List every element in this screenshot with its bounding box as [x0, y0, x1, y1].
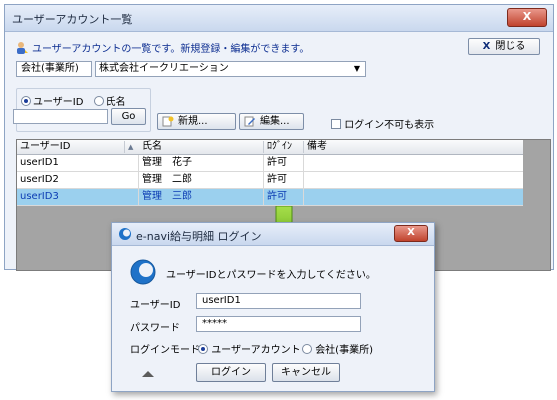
- cell-userid: userID2: [17, 172, 139, 188]
- cell-name: 管理 花子: [139, 155, 264, 171]
- edit-icon: [244, 116, 255, 127]
- chevron-down-icon: ▼: [353, 64, 360, 73]
- dialog-title: e-navi給与明細 ログイン: [136, 230, 262, 243]
- login-button[interactable]: ログイン: [196, 363, 266, 382]
- login-dialog: e-navi給与明細 ログイン X ユーザーIDとパスワードを入力してください。…: [111, 222, 435, 392]
- new-button[interactable]: 新規...: [157, 113, 236, 130]
- window-close-button[interactable]: X: [507, 8, 547, 27]
- new-button-label: 新規...: [178, 116, 208, 127]
- new-document-icon: [162, 116, 174, 127]
- password-label: パスワード: [130, 323, 180, 334]
- radio-name-label: 氏名: [105, 97, 126, 108]
- cell-userid: userID3: [17, 189, 139, 205]
- dialog-message: ユーザーIDとパスワードを入力してください。: [166, 270, 376, 281]
- radio-userid-label: ユーザーID: [33, 97, 84, 108]
- edit-button[interactable]: 編集...: [239, 113, 304, 130]
- search-input[interactable]: [13, 109, 108, 124]
- cell-login: 許可: [264, 155, 304, 171]
- info-message: ユーザーアカウントの一覧です。新規登録・編集ができます。: [15, 40, 309, 55]
- app-logo-icon: [130, 259, 156, 285]
- user-icon: [17, 42, 28, 54]
- search-mode-radios: ユーザーID 氏名: [21, 93, 133, 108]
- login-mode-label: ログインモード: [130, 345, 200, 356]
- mode-company-option[interactable]: 会社(事業所): [302, 341, 373, 356]
- cell-userid: userID1: [17, 155, 139, 171]
- company-select[interactable]: 株式会社イークリエーション ▼: [95, 61, 366, 77]
- show-disabled-label: ログイン不可も表示: [344, 120, 435, 131]
- table-row[interactable]: userID1 管理 花子 許可: [17, 155, 523, 172]
- grid-empty-area: [523, 140, 550, 270]
- table-row[interactable]: userID2 管理 二郎 許可: [17, 172, 523, 189]
- go-button[interactable]: Go: [111, 108, 146, 125]
- mode-user-option[interactable]: ユーザーアカウント: [198, 341, 301, 356]
- table-row-selected[interactable]: userID3 管理 三郎 許可: [17, 189, 523, 206]
- app-logo-icon: [119, 228, 131, 240]
- col-header-name[interactable]: 氏名: [139, 141, 264, 153]
- show-disabled-checkbox[interactable]: [331, 119, 341, 129]
- company-value: 株式会社イークリエーション: [99, 63, 229, 74]
- col-header-note[interactable]: 備考: [304, 141, 523, 153]
- info-text: ユーザーアカウントの一覧です。新規登録・編集ができます。: [32, 44, 310, 55]
- userid-label: ユーザーID: [130, 300, 181, 311]
- mode-user-label: ユーザーアカウント: [211, 345, 301, 356]
- close-button-label: 閉じる: [495, 41, 526, 52]
- radio-userid[interactable]: [21, 96, 31, 106]
- userid-input[interactable]: userID1: [196, 293, 361, 309]
- cell-login: 許可: [264, 189, 304, 205]
- company-label: 会社(事業所): [16, 61, 92, 77]
- cell-login: 許可: [264, 172, 304, 188]
- col-header-login[interactable]: ﾛｸﾞｲﾝ: [264, 141, 304, 153]
- window-title: ユーザーアカウント一覧: [12, 13, 133, 26]
- grid-header: ユーザーID ▲ 氏名 ﾛｸﾞｲﾝ 備考: [17, 140, 523, 155]
- col-header-userid[interactable]: ユーザーID: [17, 141, 125, 153]
- close-button[interactable]: X 閉じる: [468, 38, 540, 55]
- radio-name[interactable]: [93, 96, 104, 106]
- cell-name: 管理 二郎: [139, 172, 264, 188]
- radio-mode-company[interactable]: [302, 344, 312, 354]
- cell-note: [304, 172, 523, 188]
- cell-name: 管理 三郎: [139, 189, 264, 205]
- show-disabled-option[interactable]: ログイン不可も表示: [331, 116, 434, 131]
- close-icon: X: [482, 41, 491, 52]
- mode-company-label: 会社(事業所): [315, 345, 373, 356]
- cell-note: [304, 189, 523, 205]
- sort-asc-icon: ▲: [128, 143, 134, 151]
- title-bar: ユーザーアカウント一覧 X: [5, 5, 553, 32]
- password-input[interactable]: *****: [196, 316, 361, 332]
- expand-triangle-icon[interactable]: [142, 371, 154, 377]
- cell-note: [304, 155, 523, 171]
- dialog-close-button[interactable]: X: [394, 225, 428, 242]
- cancel-button[interactable]: キャンセル: [272, 363, 340, 382]
- radio-mode-user[interactable]: [198, 344, 208, 354]
- edit-button-label: 編集...: [260, 116, 290, 127]
- dialog-title-bar: e-navi給与明細 ログイン X: [112, 223, 434, 246]
